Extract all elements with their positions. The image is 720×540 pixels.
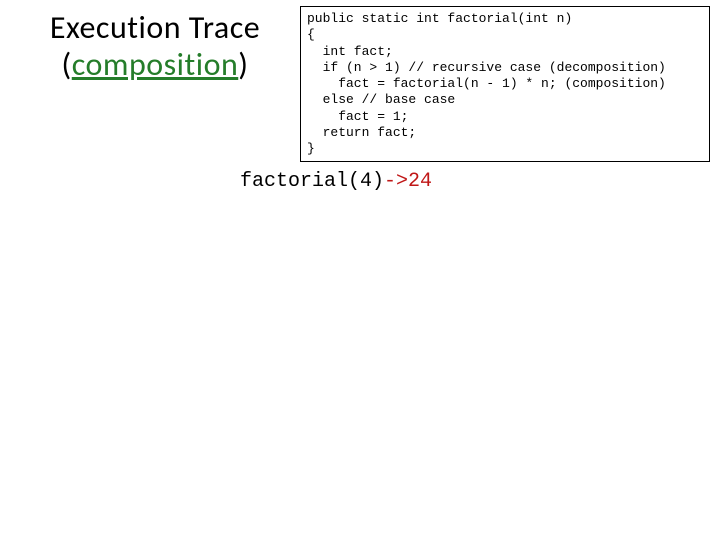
code-line: fact = 1; — [307, 109, 408, 124]
title-paren-close: ) — [238, 45, 248, 84]
execution-trace-line: factorial(4)->24 — [240, 170, 432, 193]
code-line: if (n > 1) // recursive case (decomposit… — [307, 60, 666, 75]
title-line-1: Execution Trace — [20, 10, 290, 47]
code-listing: public static int factorial(int n) { int… — [300, 6, 710, 162]
code-line: public static int factorial(int n) — [307, 11, 572, 26]
code-line: fact = factorial(n - 1) * n; (compositio… — [307, 76, 666, 91]
title-accent-word: composition — [72, 45, 239, 84]
code-line: return fact; — [307, 125, 416, 140]
code-line: int fact; — [307, 44, 393, 59]
trace-call: factorial(4) — [240, 170, 384, 193]
trace-result: ->24 — [384, 170, 432, 193]
slide-title: Execution Trace (composition) — [20, 10, 290, 84]
title-line-2: (composition) — [20, 47, 290, 84]
code-line: { — [307, 27, 315, 42]
code-line: } — [307, 141, 315, 156]
code-line: else // base case — [307, 92, 455, 107]
slide: Execution Trace (composition) public sta… — [0, 0, 720, 540]
title-paren-open: ( — [62, 45, 72, 84]
